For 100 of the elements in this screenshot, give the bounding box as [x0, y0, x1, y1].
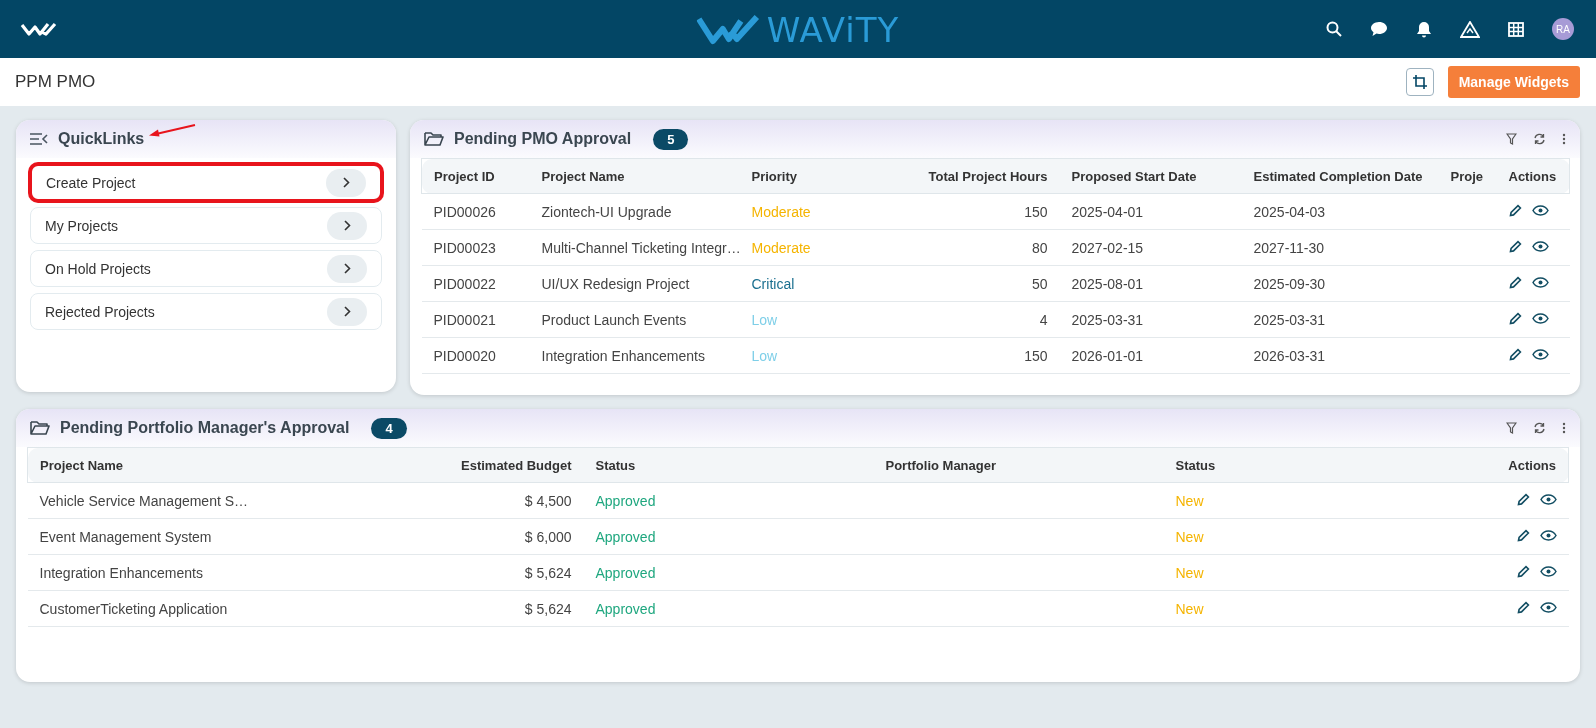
view-icon[interactable]	[1539, 493, 1557, 505]
refresh-icon[interactable]	[1533, 133, 1546, 145]
crop-button[interactable]	[1405, 68, 1434, 96]
quicklink-item[interactable]: Rejected Projects	[30, 293, 382, 330]
edit-icon[interactable]	[1516, 528, 1530, 542]
column-header[interactable]: Proposed Start Date	[1059, 158, 1242, 194]
status-label: New	[1163, 518, 1454, 555]
warning-icon[interactable]	[1460, 20, 1480, 38]
table-cell: 150	[909, 337, 1060, 374]
edit-icon[interactable]	[1516, 492, 1530, 506]
quicklink-item[interactable]: My Projects	[30, 207, 382, 244]
table-cell: 2025-09-30	[1241, 265, 1447, 302]
column-header[interactable]: Project ID	[421, 158, 530, 194]
card-title: Pending Portfolio Manager's Approval	[60, 419, 350, 437]
table-cell: UI/UX Redesign Project	[529, 265, 740, 302]
table-cell: Vehicle Service Management S…	[27, 482, 328, 519]
more-icon[interactable]	[1562, 133, 1566, 145]
priority-label: Critical	[739, 265, 910, 302]
annotation-arrow	[148, 124, 196, 138]
folder-icon	[424, 131, 444, 147]
page-title: PPM PMO	[15, 72, 96, 92]
brand-name: WAViTY	[766, 10, 900, 50]
table-cell: PID00026	[421, 193, 530, 230]
refresh-icon[interactable]	[1533, 422, 1546, 434]
table-cell: $ 6,000	[327, 518, 584, 555]
view-icon[interactable]	[1531, 312, 1549, 324]
table-cell: Product Launch Events	[529, 301, 740, 338]
status-label: Approved	[583, 554, 874, 591]
column-header[interactable]: Estimated Budget	[327, 447, 584, 483]
priority-label: Low	[739, 301, 910, 338]
edit-icon[interactable]	[1508, 203, 1522, 217]
chevron-right-icon	[343, 220, 351, 231]
table-cell: CustomerTicketing Application	[27, 590, 328, 627]
chat-icon[interactable]	[1370, 21, 1388, 37]
view-icon[interactable]	[1531, 240, 1549, 252]
column-header[interactable]: Priority	[739, 158, 910, 194]
table-cell: 2025-03-31	[1241, 301, 1447, 338]
table-cell: 80	[909, 229, 1060, 266]
table-cell: 2025-04-01	[1059, 193, 1242, 230]
column-header[interactable]: Status	[1163, 447, 1454, 483]
priority-label: Low	[739, 337, 910, 374]
more-icon[interactable]	[1562, 422, 1566, 434]
bell-icon[interactable]	[1416, 20, 1432, 38]
search-icon[interactable]	[1326, 21, 1342, 37]
table-cell: Multi-Channel Ticketing Integr…	[529, 229, 740, 266]
count-badge: 5	[653, 128, 689, 150]
table-cell: $ 4,500	[327, 482, 584, 519]
column-header[interactable]: Actions	[1496, 158, 1570, 194]
grid-icon[interactable]	[1508, 21, 1524, 37]
column-header[interactable]: Proje	[1446, 158, 1497, 194]
column-header[interactable]: Project Name	[529, 158, 740, 194]
status-label: Approved	[583, 482, 874, 519]
view-icon[interactable]	[1531, 348, 1549, 360]
column-header[interactable]: Actions	[1453, 447, 1569, 483]
table-cell: PID00021	[421, 301, 530, 338]
logo-icon[interactable]	[20, 21, 57, 37]
table-cell: PID00020	[421, 337, 530, 374]
chevron-right-icon	[342, 177, 350, 188]
column-header[interactable]: Estimated Completion Date	[1241, 158, 1447, 194]
filter-icon[interactable]	[1506, 133, 1517, 145]
edit-icon[interactable]	[1508, 347, 1522, 361]
view-icon[interactable]	[1531, 276, 1549, 288]
table-cell: $ 5,624	[327, 590, 584, 627]
edit-icon[interactable]	[1516, 564, 1530, 578]
priority-label: Moderate	[739, 193, 910, 230]
view-icon[interactable]	[1531, 204, 1549, 216]
table-cell: 2025-04-03	[1241, 193, 1447, 230]
quicklink-item[interactable]: Create Project	[30, 164, 382, 201]
column-header[interactable]: Project Name	[27, 447, 328, 483]
table-cell: 150	[909, 193, 1060, 230]
folder-icon	[30, 420, 50, 436]
table-cell: 50	[909, 265, 1060, 302]
table-cell: 2025-08-01	[1059, 265, 1242, 302]
view-icon[interactable]	[1539, 601, 1557, 613]
status-label: Approved	[583, 590, 874, 627]
column-header[interactable]: Status	[583, 447, 874, 483]
table-cell: Integration Enhancements	[27, 554, 328, 591]
column-header[interactable]: Total Project Hours	[909, 158, 1060, 194]
status-label: New	[1163, 554, 1454, 591]
edit-icon[interactable]	[1516, 600, 1530, 614]
column-header[interactable]: Portfolio Manager	[873, 447, 1164, 483]
view-icon[interactable]	[1539, 565, 1557, 577]
count-badge: 4	[371, 417, 407, 439]
filter-icon[interactable]	[1506, 422, 1517, 434]
table-cell: PID00022	[421, 265, 530, 302]
collapse-menu-icon[interactable]	[30, 133, 48, 145]
edit-icon[interactable]	[1508, 239, 1522, 253]
edit-icon[interactable]	[1508, 275, 1522, 289]
table-cell: 2026-01-01	[1059, 337, 1242, 374]
quicklink-item[interactable]: On Hold Projects	[30, 250, 382, 287]
view-icon[interactable]	[1539, 529, 1557, 541]
table-cell: 2025-03-31	[1059, 301, 1242, 338]
chevron-right-icon	[343, 306, 351, 317]
crop-icon	[1412, 75, 1427, 89]
table-cell: 2027-02-15	[1059, 229, 1242, 266]
table-cell: 2026-03-31	[1241, 337, 1447, 374]
table-cell: $ 5,624	[327, 554, 584, 591]
chevron-right-icon	[343, 263, 351, 274]
table-cell: 2027-11-30	[1241, 229, 1447, 266]
edit-icon[interactable]	[1508, 311, 1522, 325]
